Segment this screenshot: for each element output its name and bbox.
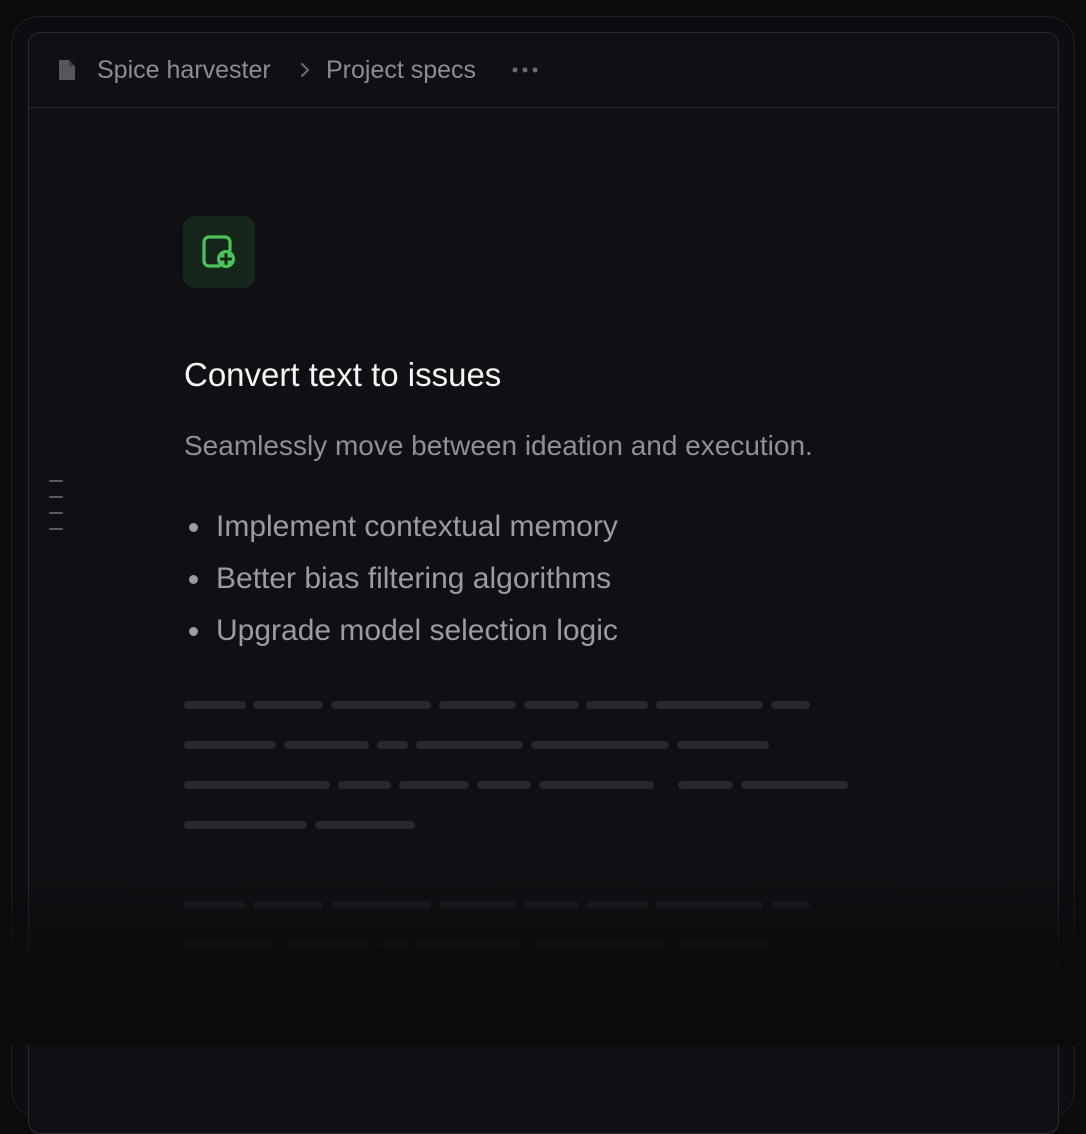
list-item: Better bias filtering algorithms [184, 553, 618, 605]
list-item: Implement contextual memory [184, 501, 618, 553]
outline-handle[interactable] [49, 480, 63, 532]
bullet-dot [189, 575, 198, 584]
add-issue-glyph [202, 235, 235, 268]
bullet-dot [189, 627, 198, 636]
document-window: Spice harvester Project specs Convert te… [28, 32, 1059, 1134]
feature-subtitle: Seamlessly move between ideation and exe… [184, 430, 813, 461]
list-item: Upgrade model selection logic [184, 605, 618, 657]
feature-list: Implement contextual memory Better bias … [184, 501, 618, 657]
add-issue-icon [183, 216, 255, 288]
more-horizontal-icon[interactable] [511, 66, 539, 74]
breadcrumb-item-workspace[interactable]: Spice harvester [97, 55, 271, 85]
bullet-dot [189, 523, 198, 532]
feature-title: Convert text to issues [184, 356, 502, 393]
breadcrumb: Spice harvester Project specs [29, 33, 1058, 108]
breadcrumb-item-page[interactable]: Project specs [326, 55, 476, 85]
document-icon [59, 60, 75, 80]
chevron-right-icon [301, 63, 309, 77]
